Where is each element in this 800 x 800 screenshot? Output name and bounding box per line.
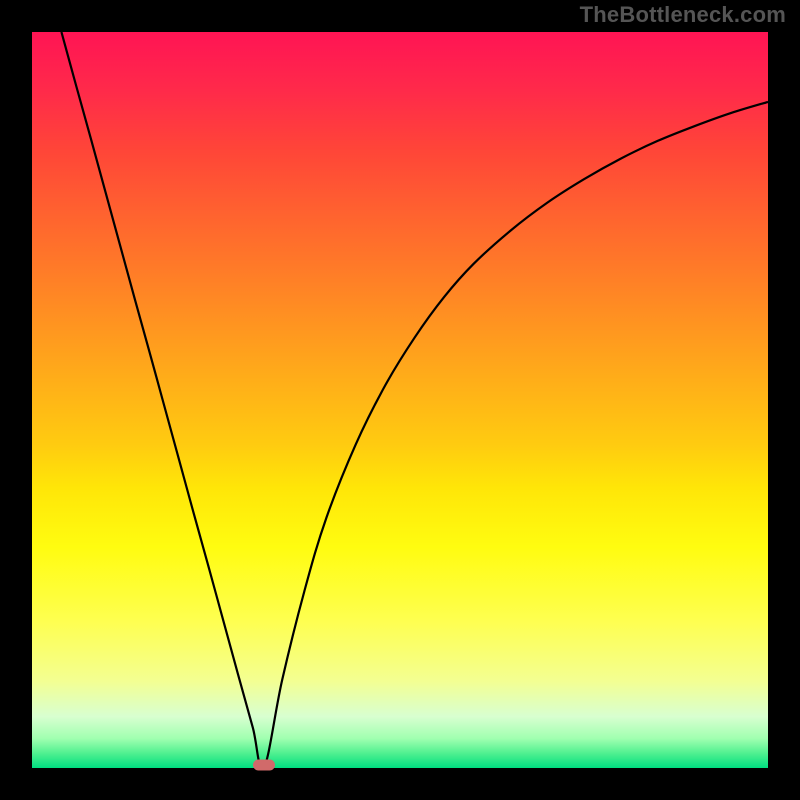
chart-frame: TheBottleneck.com	[0, 0, 800, 800]
watermark-text: TheBottleneck.com	[580, 2, 786, 28]
bottleneck-curve	[61, 32, 768, 768]
plot-area	[32, 32, 768, 768]
minimum-marker	[253, 760, 275, 771]
curve-svg	[32, 32, 768, 768]
